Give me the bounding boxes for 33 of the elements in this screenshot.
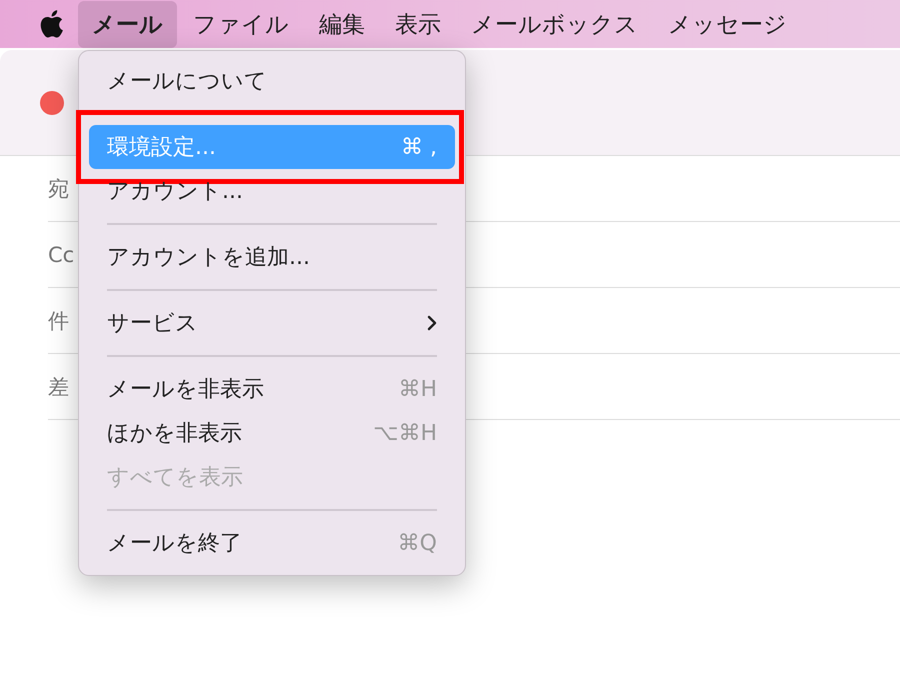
field-label: 宛 — [48, 176, 69, 202]
menu-bar-item[interactable]: 編集 — [305, 0, 379, 48]
menu-item-label: メールを終了 — [107, 530, 242, 558]
menu-bar-item[interactable]: メッセージ — [654, 0, 801, 48]
close-button[interactable] — [40, 90, 64, 114]
menu-item[interactable]: ほかを非表示 ⌥⌘H — [89, 411, 455, 455]
field-label: 差 — [48, 374, 69, 400]
shortcut-label: ⌘H — [398, 376, 437, 402]
shortcut-label: ⌘Q — [398, 530, 437, 556]
menu-item-label: 環境設定... — [107, 134, 216, 162]
menu-item[interactable]: メールを終了 ⌘Q — [89, 521, 455, 565]
menu-item[interactable]: アカウントを追加... — [89, 235, 455, 279]
menu-item-label: すべてを表示 — [107, 464, 243, 492]
menu-item-label: メールについて — [107, 68, 267, 96]
menu-item[interactable]: サービス — [89, 301, 455, 345]
menu-bar-item[interactable]: ファイル — [179, 0, 303, 48]
menu-bar-item[interactable]: 表示 — [381, 0, 455, 48]
shortcut-label: ⌥⌘H — [373, 420, 437, 446]
menu-item[interactable]: メールについて — [89, 59, 455, 103]
chevron-icon — [427, 315, 437, 331]
menu-item-label: ほかを非表示 — [107, 420, 242, 448]
menu-item-label: サービス — [107, 310, 198, 338]
menu-item-label: アカウントを追加... — [107, 244, 310, 272]
menu-item[interactable]: メールを非表示 ⌘H — [89, 367, 455, 411]
shortcut-label: ⌘ , — [401, 134, 437, 160]
menu-bar-item[interactable]: メールボックス — [457, 0, 652, 48]
menu-bar-item[interactable]: メール — [78, 0, 177, 48]
field-label: Cc — [48, 242, 74, 266]
field-label: 件 — [48, 308, 69, 334]
menu-item[interactable]: アカウント... — [89, 169, 455, 213]
menu-item-label: メールを非表示 — [107, 376, 264, 404]
apple-icon[interactable] — [38, 9, 64, 39]
menu-item-label: アカウント... — [107, 178, 243, 206]
